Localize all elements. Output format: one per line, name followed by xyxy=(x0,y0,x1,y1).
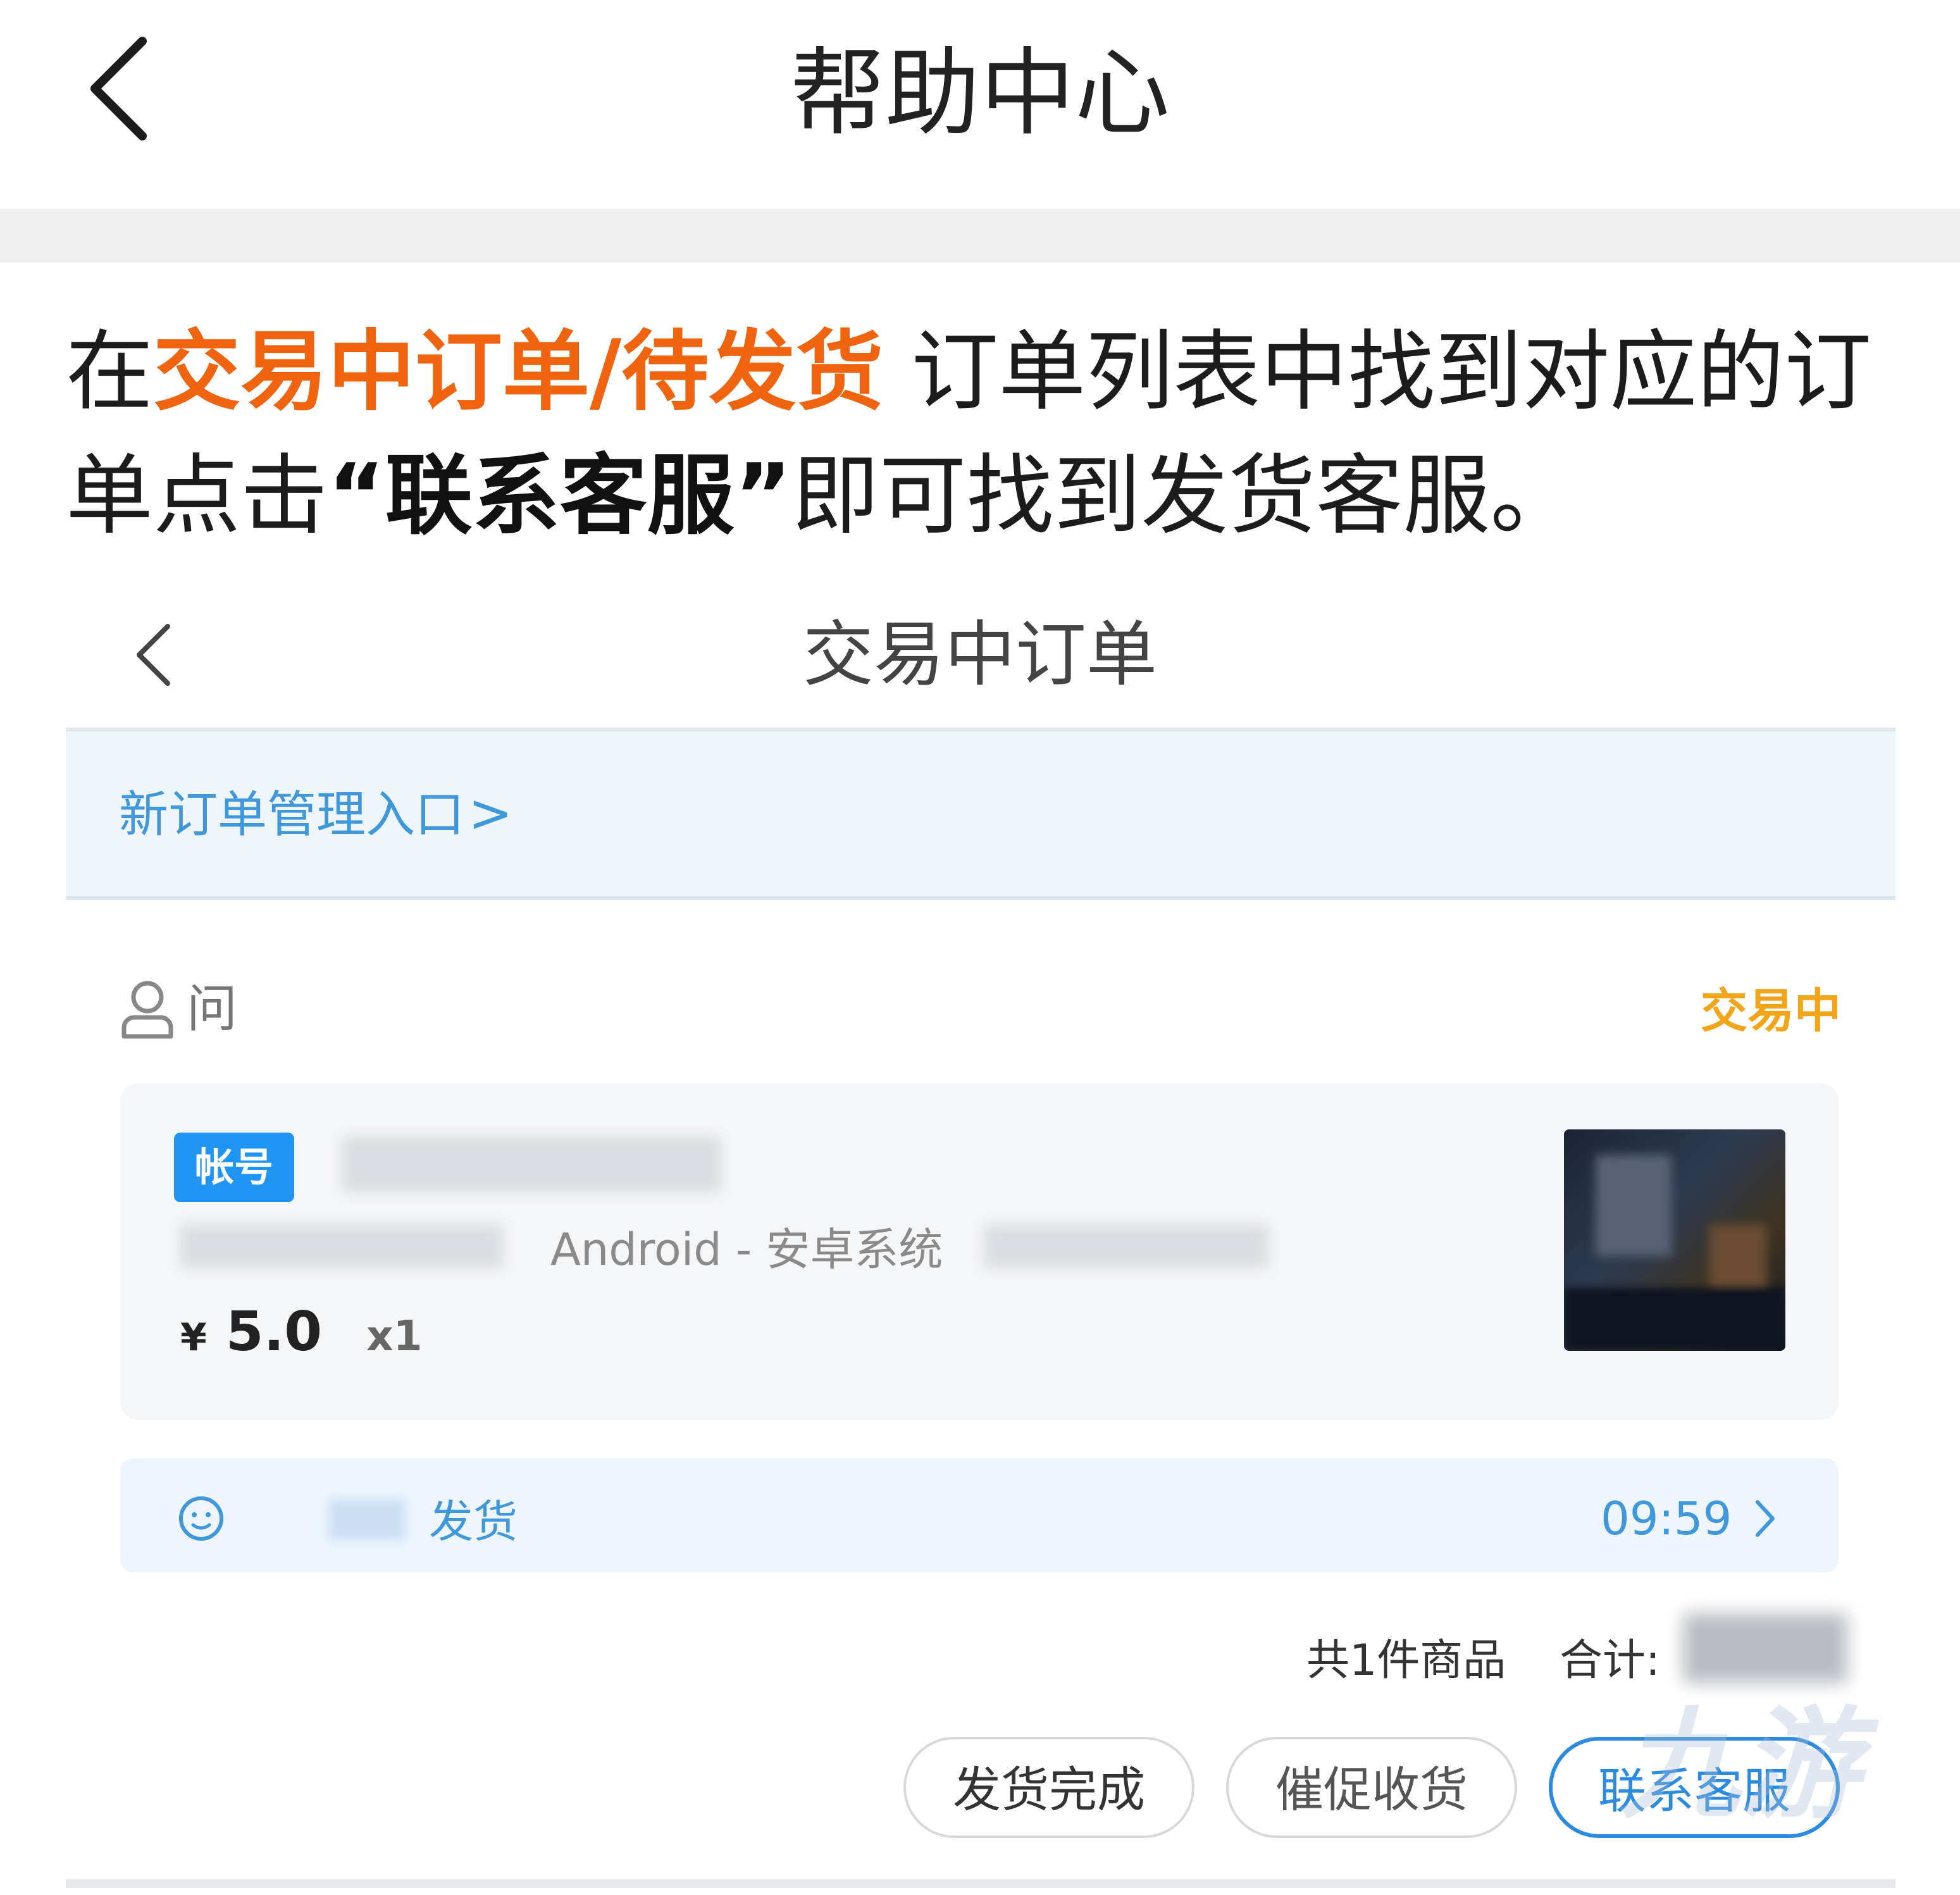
banner-link-label: 新订单管理入口 xyxy=(119,786,465,843)
instruction-text: 在交易中订单/待发货 订单列表中找到对应的订单点击“联系客服”即可找到发货客服。 xyxy=(66,310,1913,558)
item-price: 5.0 xyxy=(225,1300,323,1364)
smile-icon xyxy=(179,1496,223,1541)
chevron-right-icon[interactable] xyxy=(1752,1494,1778,1543)
user-icon xyxy=(121,981,173,1039)
chevron-right-icon: > xyxy=(468,782,513,844)
item-count-summary: 共1件商品 xyxy=(1306,1636,1506,1686)
item-title-redacted xyxy=(342,1136,721,1193)
instruction-quote-open: “ xyxy=(328,445,385,547)
header-divider-band xyxy=(0,209,1960,263)
shipper-redacted xyxy=(329,1500,405,1540)
total-amount-redacted xyxy=(1683,1613,1847,1683)
currency-symbol: ¥ xyxy=(180,1315,207,1360)
item-price-row: ¥5.0 x1 xyxy=(180,1294,423,1385)
urge-receipt-button[interactable]: 催促收货 xyxy=(1226,1737,1517,1838)
shipping-time: 09:59 xyxy=(1601,1492,1732,1545)
instruction-bold: 联系客服 xyxy=(385,445,735,547)
instruction-quote-close: ” xyxy=(734,445,792,547)
instruction-highlight: 交易中订单/待发货 xyxy=(153,321,884,423)
new-order-management-link[interactable]: 新订单管理入口> xyxy=(119,775,512,853)
shipping-complete-button[interactable]: 发货完成 xyxy=(903,1737,1194,1838)
item-server-redacted xyxy=(984,1224,1268,1269)
order-status: 交易中 xyxy=(1701,984,1841,1038)
contact-support-button[interactable]: 联系客服 xyxy=(1549,1737,1840,1838)
seller-name: 问 xyxy=(187,979,237,1038)
instruction-suffix: 即可找到发货客服。 xyxy=(791,445,1578,547)
account-badge: 帐号 xyxy=(174,1133,294,1202)
instruction-prefix: 在 xyxy=(66,321,154,423)
item-meta-redacted xyxy=(180,1224,503,1269)
item-quantity: x1 xyxy=(366,1312,423,1360)
shipping-text: 发货 xyxy=(429,1496,518,1548)
total-label: 合计: xyxy=(1560,1636,1660,1686)
orders-page-title: 交易中订单 xyxy=(803,614,1157,696)
item-platform: Android - 安卓系统 xyxy=(550,1224,943,1276)
item-thumbnail xyxy=(1564,1129,1785,1351)
bottom-divider xyxy=(66,1879,1895,1888)
page-title: 帮助中心 xyxy=(790,39,1170,149)
